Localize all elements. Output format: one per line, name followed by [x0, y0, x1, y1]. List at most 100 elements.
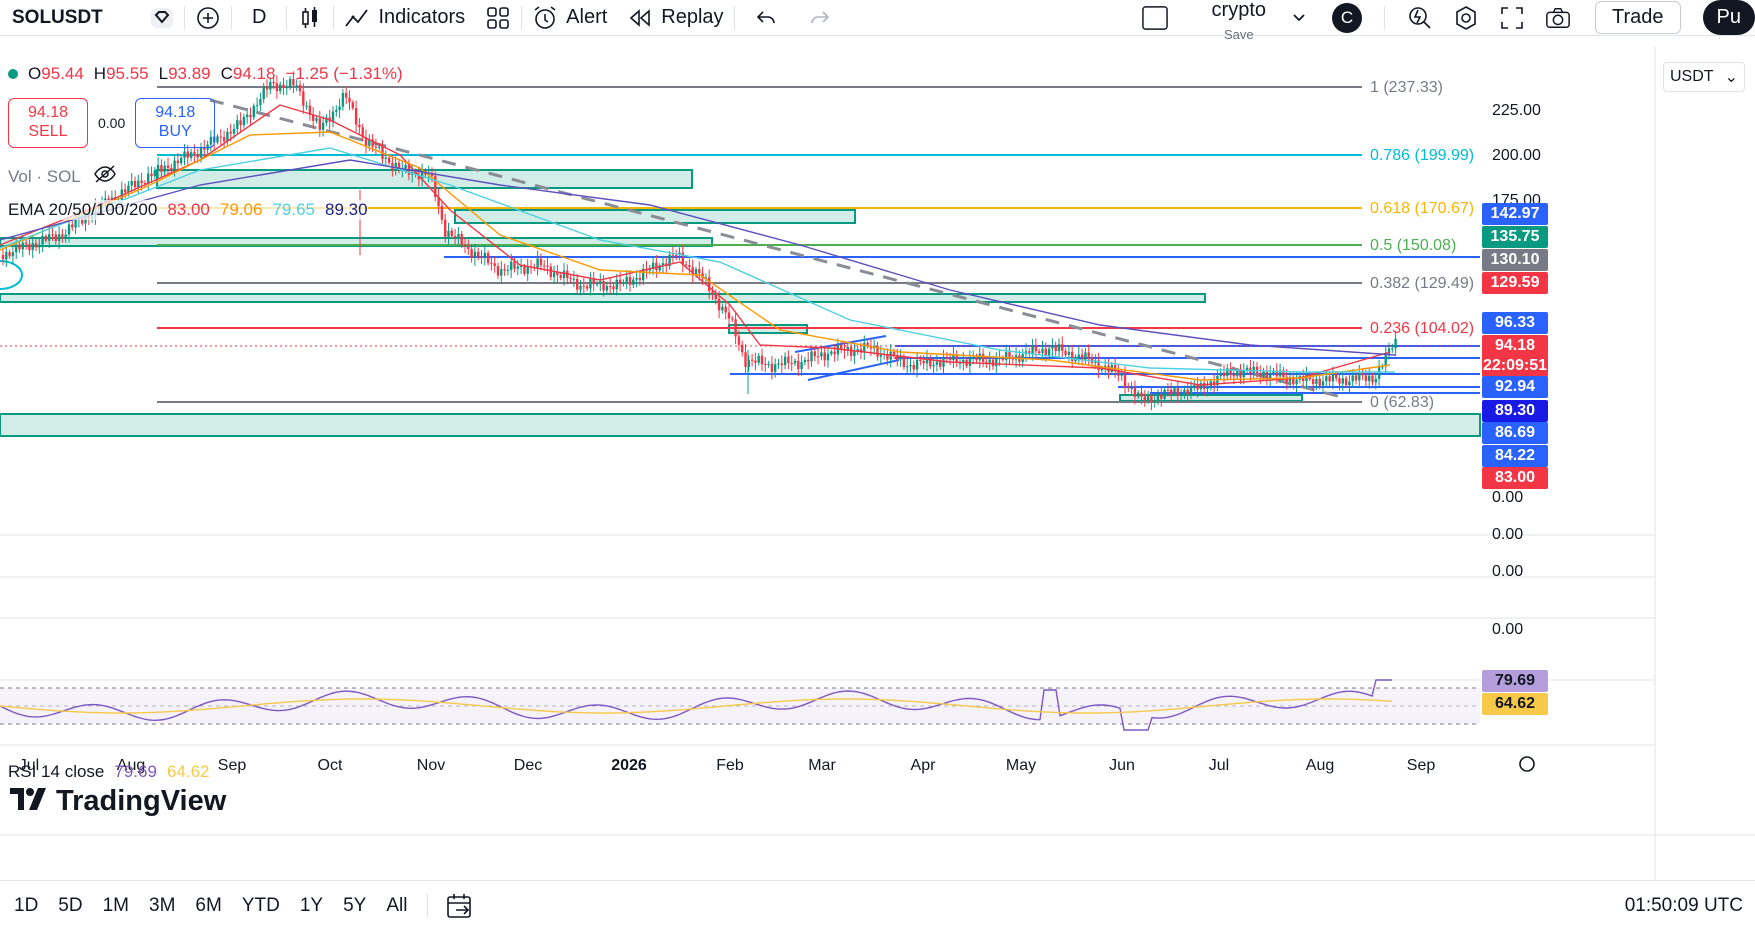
candle-body	[196, 153, 199, 158]
range-1y[interactable]: 1Y	[290, 895, 333, 917]
time-axis-label: Mar	[808, 757, 836, 774]
fullscreen-button[interactable]	[1489, 0, 1535, 36]
candle-body	[1057, 344, 1061, 352]
tradingview-logo[interactable]: TradingView	[10, 785, 226, 818]
candle-body	[216, 136, 219, 143]
currency-select[interactable]: USDT ⌄	[1663, 62, 1745, 92]
candle-body	[1206, 388, 1209, 390]
candle-body	[335, 110, 338, 112]
indicators-icon	[344, 5, 370, 31]
candle-body	[150, 173, 153, 177]
candle-body	[1, 255, 5, 260]
candle-body	[1041, 348, 1044, 354]
candle-body	[774, 364, 777, 372]
spread-value: 0.00	[98, 115, 126, 131]
candle-body	[978, 353, 981, 361]
candle-body	[579, 285, 582, 290]
candle-body	[473, 251, 477, 258]
layout-toggle-button[interactable]	[1132, 0, 1178, 36]
pane-axis-label: 0.00	[1492, 621, 1523, 638]
layout-name: crypto	[1211, 0, 1267, 21]
candle-body	[1005, 352, 1008, 360]
candle-body	[638, 277, 642, 281]
time-axis-label: Jul	[1209, 757, 1229, 774]
candle-body	[599, 281, 602, 284]
time-axis-label: 2026	[611, 757, 647, 774]
pane-axis-label: 0.00	[1492, 526, 1523, 543]
chart-type-button[interactable]	[287, 0, 333, 36]
rewind-icon	[627, 5, 653, 31]
fib-label: 0.786 (199.99)	[1370, 147, 1474, 164]
add-symbol-button[interactable]	[185, 0, 231, 36]
candle-body	[378, 146, 381, 148]
ema100-value: 79.65	[272, 200, 315, 219]
templates-button[interactable]	[475, 0, 521, 36]
settings-button[interactable]	[1443, 0, 1489, 36]
undo-button[interactable]	[735, 0, 797, 36]
candle-body	[1196, 384, 1199, 390]
replay-button[interactable]: Replay	[617, 0, 733, 36]
symbol-search[interactable]: SOLUSDT	[0, 0, 140, 36]
trade-button[interactable]: Trade	[1581, 0, 1691, 36]
interval-button[interactable]: D	[232, 0, 286, 36]
buy-button[interactable]: 94.18 BUY	[135, 98, 216, 148]
candle-body	[315, 118, 318, 121]
range-1d[interactable]: 1D	[4, 895, 48, 917]
snapshot-button[interactable]	[1535, 0, 1581, 36]
ohlc-change: −1.25 (−1.31%)	[285, 64, 403, 83]
candle-body	[1186, 389, 1189, 395]
candle-body	[1311, 379, 1315, 384]
candle-body	[912, 364, 915, 370]
candle-body	[1361, 372, 1364, 376]
axis-settings-gear-icon	[1519, 756, 1535, 772]
candle-body	[724, 306, 727, 313]
sell-price: 94.18	[27, 104, 69, 121]
ema-legend[interactable]: EMA 20/50/100/200 83.00 79.06 79.65 89.3…	[8, 200, 368, 220]
publish-button[interactable]: Pu	[1702, 0, 1755, 35]
candle-body	[463, 245, 467, 247]
candle-body	[1044, 348, 1047, 356]
candle-body	[1239, 371, 1242, 378]
layout-name-button[interactable]: crypto Save	[1202, 0, 1276, 41]
rsi-legend[interactable]: RSI 14 close 79.69 64.62	[8, 762, 209, 782]
indicators-button[interactable]: Indicators	[334, 0, 475, 36]
quick-search-button[interactable]	[1397, 0, 1443, 36]
goto-date-button[interactable]	[438, 893, 482, 919]
range-all[interactable]: All	[376, 895, 417, 917]
range-6m[interactable]: 6M	[185, 895, 231, 917]
range-3m[interactable]: 3M	[139, 895, 185, 917]
account-button[interactable]: C	[1322, 0, 1372, 36]
candle-body	[1170, 389, 1173, 394]
candle-body	[760, 355, 764, 365]
redo-button[interactable]	[797, 0, 843, 36]
chart-area[interactable]: 1 (237.33) 0.786 (199.99) 0.618 (170.67) 0.…	[0, 47, 1755, 880]
candle-body	[453, 236, 457, 238]
candle-body	[321, 122, 325, 130]
range-1m[interactable]: 1M	[93, 895, 139, 917]
tradingview-mark-icon	[10, 785, 50, 818]
range-5y[interactable]: 5Y	[333, 895, 376, 917]
diamond-icon[interactable]	[140, 0, 184, 36]
alert-button[interactable]: Alert	[522, 0, 617, 36]
layout-menu-button[interactable]	[1276, 0, 1322, 36]
volume-legend[interactable]: Vol · SOL	[8, 165, 117, 188]
candle-body	[496, 266, 500, 276]
candle-body	[249, 114, 252, 118]
candle-body	[572, 278, 576, 280]
candle-body	[1344, 378, 1348, 385]
candle-body	[1371, 375, 1374, 383]
candle-body	[477, 251, 480, 257]
time-axis-label: Aug	[1306, 757, 1334, 774]
candle-body	[602, 281, 605, 291]
candle-body	[140, 180, 143, 184]
buy-price: 94.18	[155, 104, 196, 121]
utc-clock[interactable]: 01:50:09 UTC	[1625, 895, 1743, 917]
sell-button[interactable]: 94.18 SELL	[8, 98, 88, 148]
range-ytd[interactable]: YTD	[232, 895, 290, 917]
hidden-eye-icon[interactable]	[93, 165, 117, 188]
candle-body	[1384, 353, 1387, 367]
candle-body	[133, 181, 137, 188]
candle-body	[1127, 386, 1130, 389]
range-5d[interactable]: 5D	[48, 895, 92, 917]
rsi-ma-value: 64.62	[166, 762, 210, 781]
